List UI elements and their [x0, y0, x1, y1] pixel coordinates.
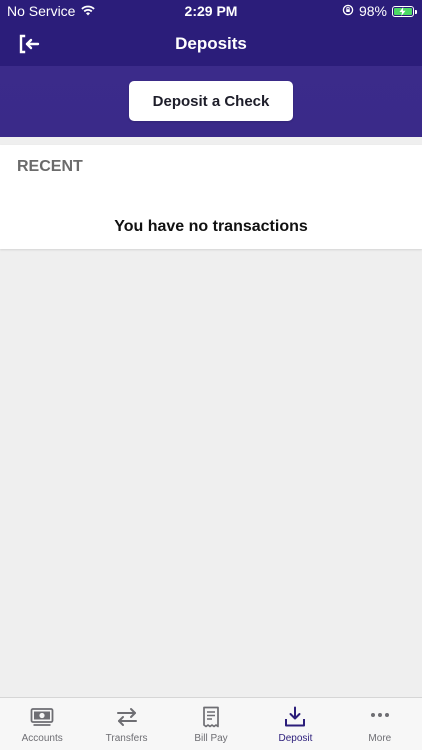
accounts-icon	[30, 708, 54, 726]
battery-tip	[415, 9, 417, 14]
app-screen: No Service 2:29 PM 98% Deposits Deposit …	[0, 0, 422, 750]
deposit-check-button[interactable]: Deposit a Check	[129, 81, 293, 121]
tab-label: Accounts	[21, 733, 63, 744]
page-title: Deposits	[175, 34, 247, 53]
recent-heading: RECENT	[17, 158, 83, 175]
tab-label: Transfers	[105, 733, 148, 744]
header-bar: Deposits	[0, 22, 422, 66]
tab-label: Bill Pay	[194, 733, 228, 744]
deposit-icon	[285, 706, 306, 727]
tab-more[interactable]: More	[338, 698, 422, 750]
status-bar: No Service 2:29 PM 98%	[0, 0, 422, 22]
deposit-banner: Deposit a Check	[0, 66, 422, 137]
recent-transactions-panel: RECENT You have no transactions	[0, 145, 422, 249]
tab-transfers[interactable]: Transfers	[84, 698, 168, 750]
tab-label: More	[368, 733, 392, 744]
status-right: 98%	[342, 3, 417, 19]
tab-accounts[interactable]: Accounts	[0, 698, 84, 750]
tab-deposit[interactable]: Deposit	[253, 698, 337, 750]
transfers-icon	[116, 708, 137, 726]
tab-bar: Accounts Transfers Bill Pay Deposit More	[0, 697, 422, 750]
battery-icon	[392, 5, 417, 17]
more-icon	[370, 713, 389, 717]
charging-bolt-icon	[399, 6, 406, 16]
tab-label: Deposit	[278, 733, 313, 744]
bill-pay-icon	[203, 706, 219, 728]
tab-bill-pay[interactable]: Bill Pay	[169, 698, 253, 750]
battery-percent: 98%	[358, 3, 387, 19]
empty-state-message: You have no transactions	[114, 218, 308, 235]
orientation-lock-icon	[342, 3, 354, 19]
